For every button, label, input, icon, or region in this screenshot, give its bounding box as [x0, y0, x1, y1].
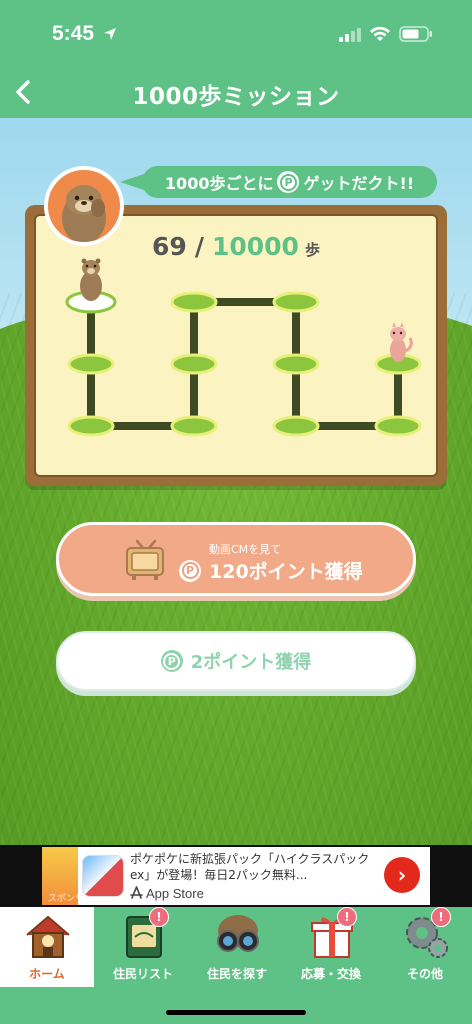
- point-coin-icon: P: [277, 171, 300, 193]
- tab-find-residents[interactable]: 住民を探す: [190, 907, 284, 987]
- bubble-tail: [120, 174, 144, 190]
- app-store-icon: [130, 886, 143, 899]
- point-coin-icon: P: [179, 559, 201, 582]
- binoculars-icon: [217, 915, 259, 952]
- location-arrow-icon: [104, 28, 116, 40]
- nav-bar: 1000歩ミッション: [0, 66, 472, 118]
- mission-scene: 1000歩ごとに P ゲットだクト!! 69/10000 歩 動画CMを見て P…: [0, 118, 472, 845]
- progress-board: 69/10000 歩: [25, 205, 447, 486]
- cm-small-label: 動画CMを見て: [209, 543, 282, 556]
- notification-badge: !: [149, 907, 169, 927]
- home-indicator: [166, 1010, 306, 1015]
- tab-label: その他: [406, 967, 443, 981]
- bubble-text-before: 1000歩ごとに: [164, 174, 274, 193]
- tab-bar: ホーム ! 住民リスト 住民を探す ! 応募・交換 ! その他: [0, 907, 472, 1024]
- notification-badge: !: [337, 907, 357, 927]
- wifi-icon: [370, 26, 390, 41]
- tab-label: 住民を探す: [206, 967, 267, 981]
- point-coin-icon: P: [160, 650, 183, 672]
- house-icon: [26, 915, 70, 958]
- tab-home[interactable]: ホーム: [0, 907, 94, 987]
- otter-character-avatar: [44, 166, 124, 246]
- status-bar: 5:45: [0, 0, 472, 66]
- ad-go-button[interactable]: ›: [384, 857, 420, 893]
- otter-marker-icon: [80, 258, 102, 301]
- ad-store: App Store: [130, 886, 204, 901]
- tab-resident-list[interactable]: ! 住民リスト: [96, 907, 190, 987]
- get-points-button[interactable]: P 2ポイント獲得: [56, 631, 416, 691]
- ad-app-icon: [82, 855, 124, 897]
- tv-icon: [126, 539, 164, 580]
- tab-apply-exchange[interactable]: ! 応募・交換: [284, 907, 378, 987]
- status-time: 5:45: [52, 22, 95, 45]
- page-title: 1000歩ミッション: [132, 84, 340, 110]
- tab-label: 応募・交換: [300, 967, 361, 981]
- points-button-label: 2ポイント獲得: [190, 652, 312, 673]
- ad-banner[interactable]: スポンサー ポケポケに新拡張パック「ハイクラスパックex」が登場！毎日2パック無…: [0, 845, 472, 907]
- tab-label: ホーム: [29, 967, 65, 981]
- ad-text: ポケポケに新拡張パック「ハイクラスパックex」が登場！毎日2パック無料...: [130, 852, 370, 882]
- cellular-signal-icon: [339, 28, 361, 42]
- watch-cm-button[interactable]: 動画CMを見て P 120ポイント獲得: [56, 522, 416, 596]
- tab-label: 住民リスト: [112, 967, 173, 981]
- notification-badge: !: [431, 907, 451, 927]
- mission-bubble: 1000歩ごとに P ゲットだクト!!: [142, 166, 437, 198]
- bubble-text-after: ゲットだクト!!: [303, 174, 415, 193]
- tab-other[interactable]: ! その他: [378, 907, 472, 987]
- cm-main-label: 120ポイント獲得: [209, 561, 363, 583]
- step-path-map: [65, 258, 422, 437]
- battery-icon: [399, 26, 432, 42]
